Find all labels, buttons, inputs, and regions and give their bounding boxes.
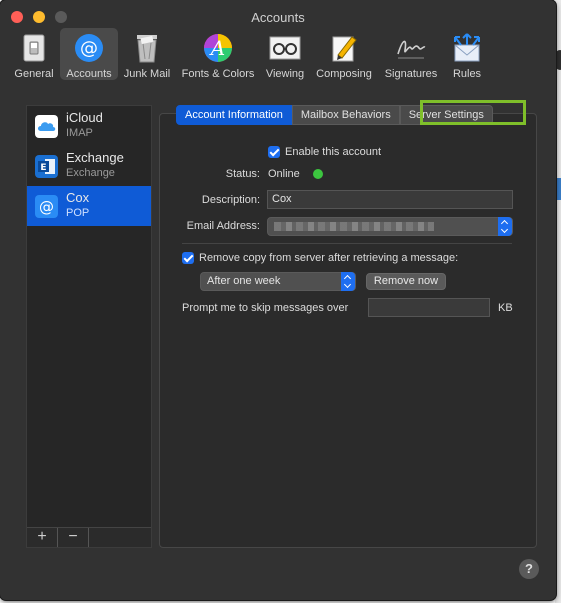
switch-icon bbox=[18, 32, 50, 64]
server-settings-highlight bbox=[420, 100, 526, 125]
at-sign-icon: @ bbox=[73, 32, 105, 64]
accounts-preferences-window: Accounts General @ Accounts Junk Mail A … bbox=[0, 0, 556, 600]
account-name: Exchange bbox=[66, 150, 124, 165]
prompt-skip-label: Prompt me to skip messages over bbox=[182, 302, 349, 314]
icloud-icon bbox=[35, 115, 58, 138]
kb-unit-label: KB bbox=[498, 302, 513, 314]
description-label: Description: bbox=[201, 194, 260, 206]
remove-copy-checkbox[interactable] bbox=[182, 252, 194, 264]
email-address-select[interactable] bbox=[267, 217, 513, 236]
toolbar-item-label: Accounts bbox=[66, 68, 112, 80]
signature-icon bbox=[395, 32, 427, 64]
toolbar-item-rules[interactable]: Rules bbox=[444, 28, 490, 80]
window-title: Accounts bbox=[251, 10, 305, 25]
toolbar-item-label: Composing bbox=[316, 68, 372, 80]
toolbar-item-label: Signatures bbox=[384, 68, 438, 80]
remove-copy-label: Remove copy from server after retrieving… bbox=[199, 252, 459, 264]
toolbar-item-label: General bbox=[14, 68, 54, 80]
svg-text:E: E bbox=[40, 163, 46, 173]
toolbar-item-junk-mail[interactable]: Junk Mail bbox=[118, 28, 176, 80]
color-wheel-font-icon: A bbox=[202, 32, 234, 64]
toolbar-item-label: Fonts & Colors bbox=[181, 68, 255, 80]
account-item-icloud[interactable]: iCloud IMAP bbox=[27, 106, 151, 146]
remove-period-value: After one week bbox=[207, 275, 281, 287]
divider bbox=[182, 243, 512, 244]
tab-mailbox-behaviors[interactable]: Mailbox Behaviors bbox=[291, 105, 400, 125]
account-name: iCloud bbox=[66, 110, 103, 125]
status-value: Online bbox=[268, 168, 300, 180]
pencil-paper-icon bbox=[328, 32, 360, 64]
toolbar-item-label: Junk Mail bbox=[123, 68, 171, 80]
remove-period-select[interactable]: After one week bbox=[200, 272, 356, 291]
email-address-label: Email Address: bbox=[186, 220, 260, 232]
background-window-element bbox=[556, 178, 561, 200]
rules-envelope-icon bbox=[451, 32, 483, 64]
svg-text:A: A bbox=[209, 36, 225, 60]
account-type: POP bbox=[66, 207, 90, 219]
at-sign-icon: @ bbox=[35, 195, 58, 218]
remove-now-button[interactable]: Remove now bbox=[366, 273, 446, 290]
add-account-button[interactable]: + bbox=[27, 528, 58, 547]
account-type: Exchange bbox=[66, 167, 115, 179]
remove-account-button[interactable]: − bbox=[58, 528, 89, 547]
tab-account-information[interactable]: Account Information bbox=[176, 105, 292, 125]
preferences-toolbar: General @ Accounts Junk Mail A Fonts & C… bbox=[8, 28, 490, 84]
glasses-icon bbox=[269, 32, 301, 64]
toolbar-item-label: Rules bbox=[452, 68, 482, 80]
online-status-icon bbox=[313, 169, 323, 179]
exchange-icon: E bbox=[35, 155, 58, 178]
account-item-cox[interactable]: @ Cox POP bbox=[27, 186, 151, 226]
toolbar-item-general[interactable]: General bbox=[8, 28, 60, 80]
toolbar-item-viewing[interactable]: Viewing bbox=[260, 28, 310, 80]
toolbar-item-signatures[interactable]: Signatures bbox=[378, 28, 444, 80]
toolbar-item-accounts[interactable]: @ Accounts bbox=[60, 28, 118, 80]
toolbar-item-label: Viewing bbox=[265, 68, 305, 80]
message-size-limit-field[interactable] bbox=[368, 298, 490, 317]
accounts-list: iCloud IMAP E Exchange Exchange @ Cox PO… bbox=[26, 105, 152, 548]
toolbar-item-composing[interactable]: Composing bbox=[310, 28, 378, 80]
toolbar-item-fonts-colors[interactable]: A Fonts & Colors bbox=[176, 28, 260, 80]
redacted-email-address bbox=[274, 222, 434, 231]
accounts-list-actions: + − bbox=[27, 527, 151, 547]
chevron-up-down-icon bbox=[341, 272, 355, 291]
title-bar: Accounts bbox=[0, 0, 556, 28]
status-label: Status: bbox=[225, 168, 260, 180]
enable-account-label: Enable this account bbox=[285, 146, 382, 158]
account-item-exchange[interactable]: E Exchange Exchange bbox=[27, 146, 151, 186]
trash-can-icon bbox=[131, 32, 163, 64]
help-button[interactable]: ? bbox=[519, 559, 539, 579]
description-field[interactable]: Cox bbox=[267, 190, 513, 209]
chevron-up-down-icon bbox=[498, 217, 512, 236]
account-name: Cox bbox=[66, 190, 90, 205]
account-type: IMAP bbox=[66, 127, 93, 139]
enable-account-checkbox[interactable] bbox=[268, 146, 280, 158]
svg-text:@: @ bbox=[80, 38, 98, 59]
svg-text:@: @ bbox=[39, 198, 54, 216]
